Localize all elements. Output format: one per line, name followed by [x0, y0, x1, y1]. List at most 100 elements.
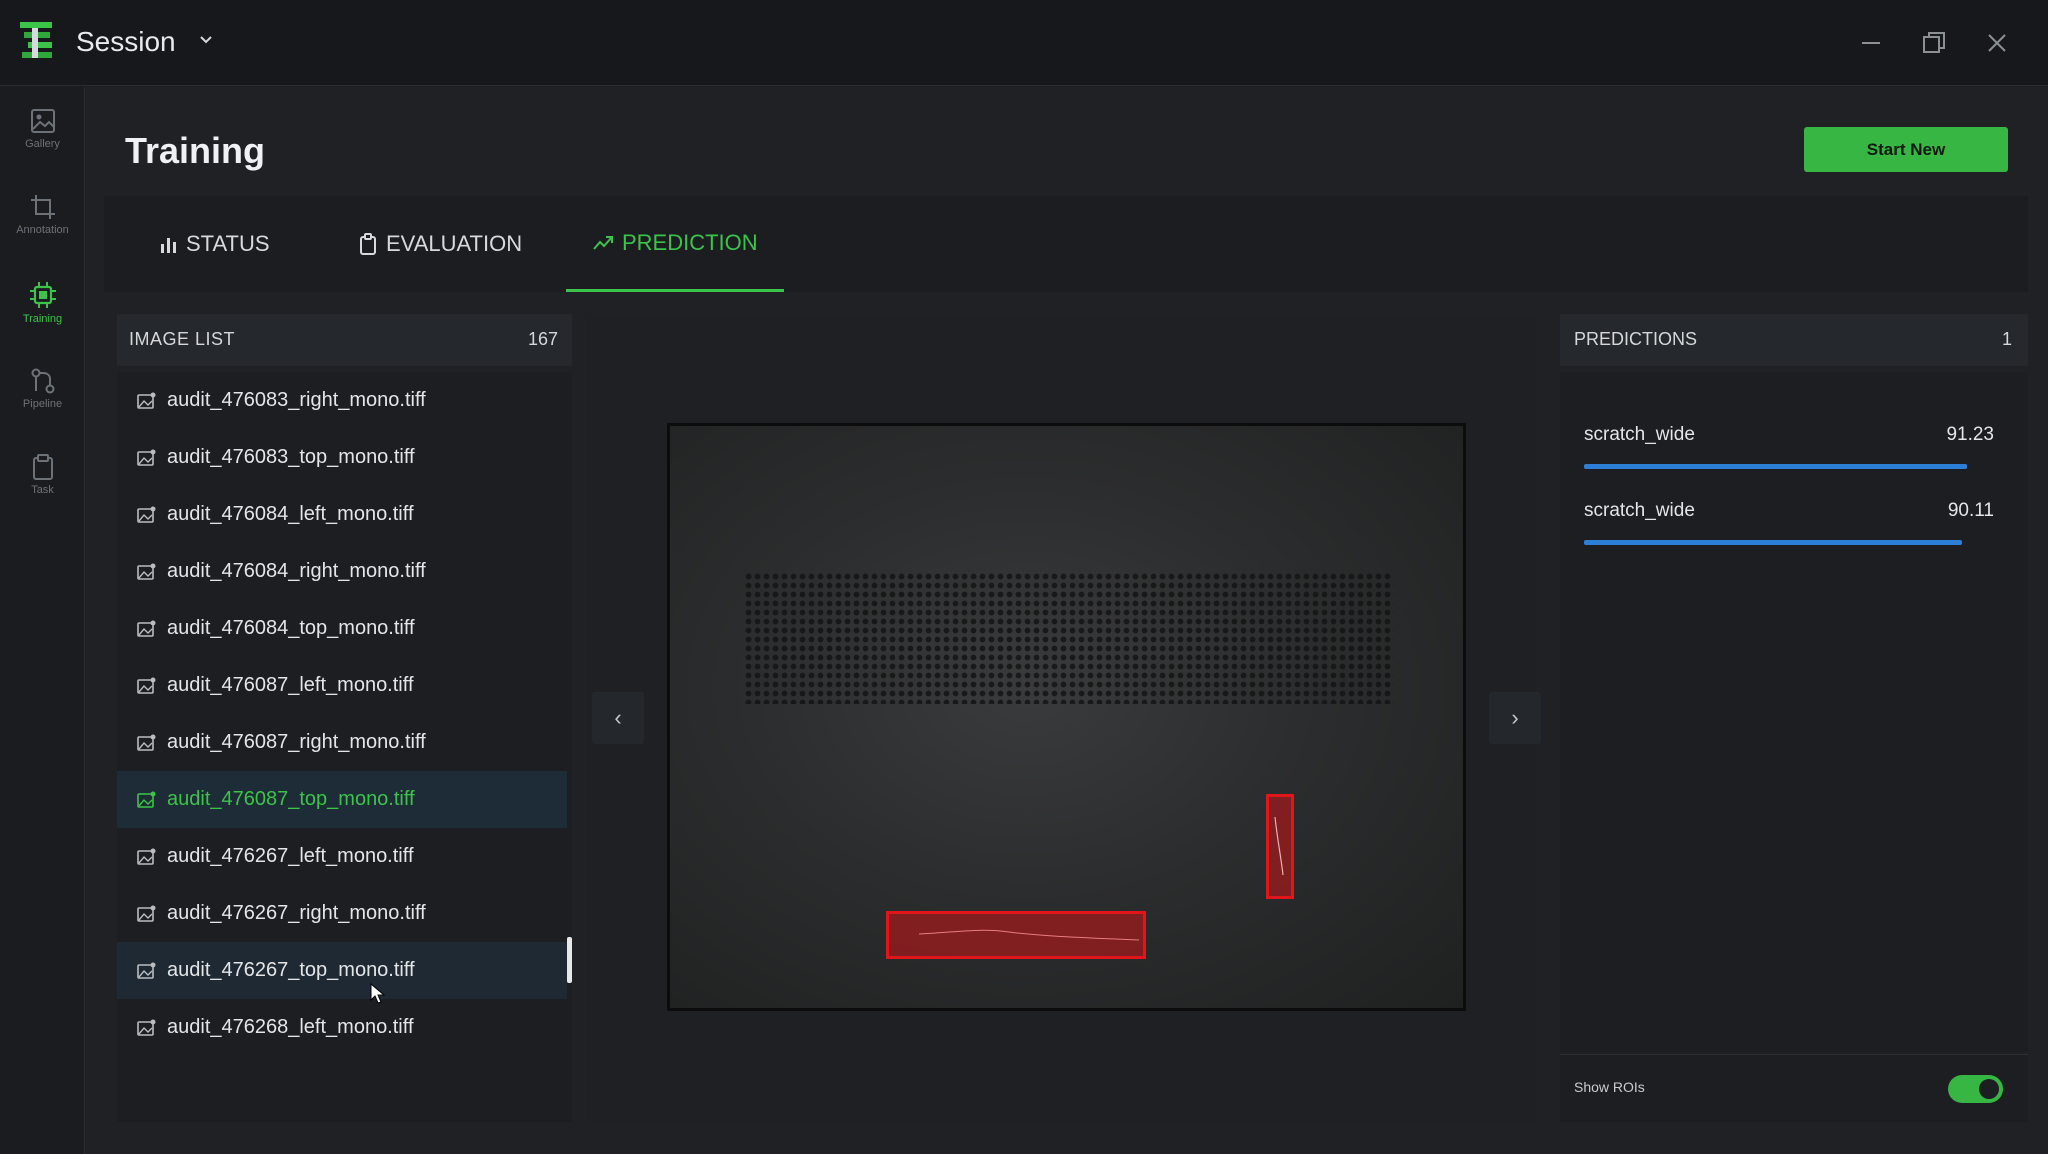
- list-item-label: audit_476087_right_mono.tiff: [167, 731, 426, 753]
- tab-prediction[interactable]: PREDICTION: [566, 196, 784, 292]
- roi-box[interactable]: [886, 911, 1146, 959]
- close-icon[interactable]: [1980, 26, 2014, 60]
- show-rois-toggle[interactable]: [1948, 1075, 2003, 1103]
- list-item-label: audit_476084_right_mono.tiff: [167, 560, 426, 582]
- list-item[interactable]: audit_476087_right_mono.tiff: [117, 714, 567, 771]
- list-item[interactable]: audit_476083_top_mono.tiff: [117, 429, 567, 486]
- list-item[interactable]: audit_476267_right_mono.tiff: [117, 885, 567, 942]
- sidebar-item-gallery[interactable]: Gallery: [0, 107, 85, 187]
- sidebar-item-label: Training: [22, 313, 63, 325]
- image-file-icon: [137, 506, 156, 523]
- prediction-score: 91.23: [1946, 424, 1994, 445]
- sidebar-item-label: Gallery: [25, 138, 60, 150]
- predictions-footer: Show ROIs: [1560, 1054, 2028, 1122]
- toggle-knob: [1979, 1079, 1999, 1099]
- session-title[interactable]: Session: [76, 26, 176, 58]
- sidebar: Gallery Annotation Training Pipeline Tas…: [0, 87, 85, 1154]
- bar-chart-icon: [161, 238, 176, 253]
- scrollbar-thumb[interactable]: [567, 937, 572, 983]
- confidence-bar: [1584, 464, 1968, 469]
- tab-label: STATUS: [186, 231, 270, 256]
- image-file-icon: [137, 962, 156, 979]
- crop-icon: [30, 195, 55, 219]
- tab-evaluation[interactable]: EVALUATION: [332, 196, 548, 292]
- list-item-label: audit_476087_left_mono.tiff: [167, 674, 414, 696]
- predictions-title: PREDICTIONS: [1574, 329, 1698, 349]
- clipboard-icon: [32, 454, 53, 480]
- chevron-down-icon[interactable]: [196, 30, 216, 50]
- vent-mesh-pattern: [744, 572, 1394, 704]
- image-file-icon: [137, 791, 156, 808]
- list-item-label: audit_476083_right_mono.tiff: [167, 389, 426, 411]
- image-file-icon: [137, 563, 156, 580]
- prediction-item[interactable]: scratch_wide 91.23: [1584, 424, 1994, 474]
- pipeline-icon: [31, 368, 54, 394]
- list-item-label: audit_476083_top_mono.tiff: [167, 446, 415, 468]
- restore-icon[interactable]: [1917, 26, 1951, 60]
- inspection-image: [667, 423, 1466, 1011]
- title-bar: Session: [0, 0, 2048, 86]
- confidence-bar: [1584, 540, 1963, 545]
- prediction-label: scratch_wide: [1584, 500, 1695, 521]
- list-item-label: audit_476087_top_mono.tiff: [167, 788, 415, 810]
- tab-label: PREDICTION: [622, 229, 758, 255]
- image-file-icon: [137, 449, 156, 466]
- prediction-item[interactable]: scratch_wide 90.11: [1584, 500, 1994, 550]
- list-item[interactable]: audit_476087_left_mono.tiff: [117, 657, 567, 714]
- list-item-label: audit_476267_top_mono.tiff: [167, 959, 415, 981]
- image-file-icon: [137, 677, 156, 694]
- chevron-left-icon: ‹: [614, 705, 622, 730]
- image-list-count: 167: [527, 329, 558, 349]
- image-icon: [30, 109, 55, 133]
- sidebar-item-annotation[interactable]: Annotation: [0, 193, 85, 273]
- image-list[interactable]: audit_476083_right_mono.tiff audit_476083…: [117, 372, 572, 1122]
- prediction-label: scratch_wide: [1584, 424, 1695, 445]
- image-file-icon: [137, 392, 156, 409]
- clipboard-icon: [360, 233, 376, 255]
- tab-status[interactable]: STATUS: [132, 196, 296, 292]
- list-item[interactable]: audit_476084_top_mono.tiff: [117, 600, 567, 657]
- tab-label: EVALUATION: [386, 231, 523, 256]
- predictions-count: 1: [2001, 329, 2012, 349]
- image-file-icon: [137, 1019, 156, 1036]
- chip-icon: [29, 282, 56, 308]
- trend-icon: [593, 235, 613, 250]
- minimize-icon[interactable]: [1854, 26, 1888, 60]
- scratch-mark: [1274, 816, 1284, 876]
- prediction-score: 90.11: [1947, 500, 1994, 521]
- list-item[interactable]: audit_476267_top_mono.tiff: [117, 942, 567, 999]
- sidebar-item-training[interactable]: Training: [0, 280, 85, 360]
- chevron-right-icon: ›: [1511, 705, 1519, 730]
- list-item-label: audit_476267_right_mono.tiff: [167, 902, 426, 924]
- predictions-list: scratch_wide 91.23 scratch_wide 90.11: [1560, 372, 2028, 1052]
- image-file-icon: [137, 734, 156, 751]
- roi-box[interactable]: [1266, 794, 1294, 899]
- list-item-label: audit_476084_left_mono.tiff: [167, 503, 414, 525]
- image-list-title: IMAGE LIST: [129, 329, 236, 349]
- predictions-header: PREDICTIONS 1: [1560, 314, 2028, 366]
- start-new-button[interactable]: Start New: [1804, 127, 2008, 172]
- sidebar-item-pipeline[interactable]: Pipeline: [0, 367, 85, 447]
- list-item[interactable]: audit_476083_right_mono.tiff: [117, 372, 567, 429]
- app-logo-icon: [20, 22, 52, 58]
- sidebar-item-label: Pipeline: [22, 398, 63, 410]
- image-file-icon: [137, 905, 156, 922]
- list-item[interactable]: audit_476268_left_mono.tiff: [117, 999, 567, 1056]
- previous-image-button[interactable]: ‹: [592, 692, 644, 744]
- sidebar-item-task[interactable]: Task: [0, 453, 85, 533]
- image-file-icon: [137, 848, 156, 865]
- sidebar-item-label: Task: [31, 484, 54, 496]
- list-item[interactable]: audit_476267_left_mono.tiff: [117, 828, 567, 885]
- scratch-mark: [918, 929, 1140, 941]
- mouse-cursor-icon: [370, 983, 386, 1004]
- image-list-header: IMAGE LIST 167: [117, 314, 572, 366]
- next-image-button[interactable]: ›: [1489, 692, 1541, 744]
- list-item-label: audit_476084_top_mono.tiff: [167, 617, 415, 639]
- sidebar-item-label: Annotation: [16, 224, 69, 236]
- show-rois-label: Show ROIs: [1574, 1079, 1645, 1095]
- page-title: Training: [125, 130, 266, 171]
- list-item[interactable]: audit_476087_top_mono.tiff: [117, 771, 567, 828]
- list-item[interactable]: audit_476084_left_mono.tiff: [117, 486, 567, 543]
- image-file-icon: [137, 620, 156, 637]
- list-item[interactable]: audit_476084_right_mono.tiff: [117, 543, 567, 600]
